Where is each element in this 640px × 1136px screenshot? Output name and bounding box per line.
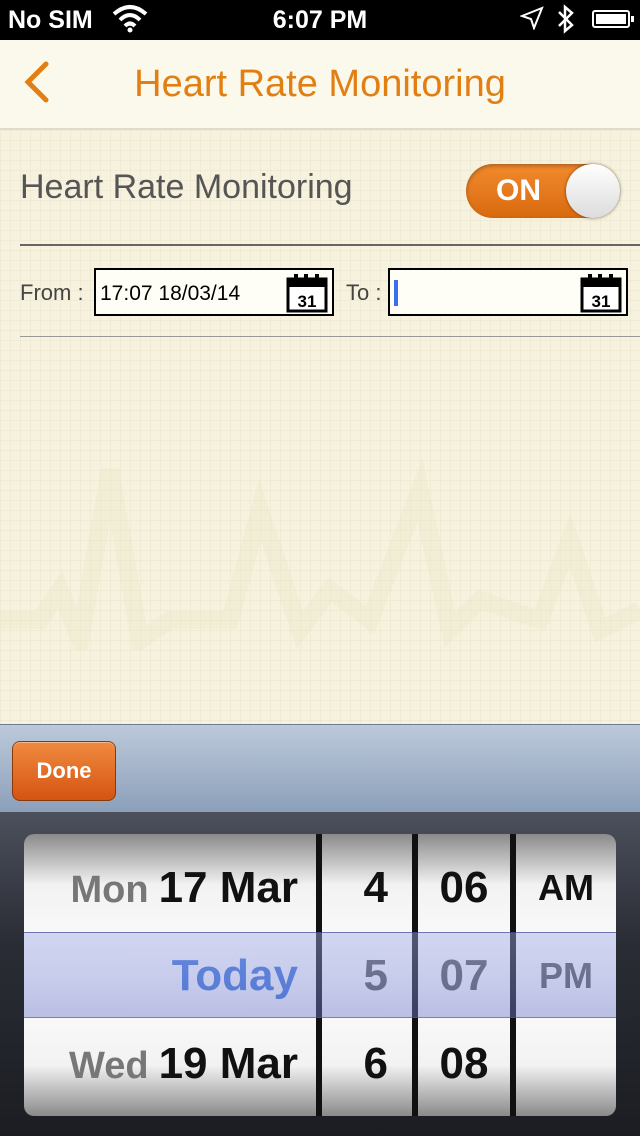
calendar-day-text: 31 (592, 292, 611, 311)
location-arrow-icon (519, 6, 544, 37)
ampm-option-selected[interactable]: PM (516, 932, 616, 1020)
minute-option[interactable]: 08 (418, 1020, 510, 1108)
toggle-on-text: ON (496, 174, 541, 207)
ampm-option[interactable]: AM (516, 844, 616, 932)
picker-toolbar: Done (0, 724, 640, 813)
date-time-picker: Mon 17 Mar Today Wed 19 Mar 4 5 6 06 07 08… (0, 812, 640, 1136)
hour-option[interactable]: 4 (322, 844, 412, 932)
heart-rate-monitoring-label: Heart Rate Monitoring (20, 168, 353, 206)
to-label: To : (346, 280, 382, 305)
heart-rate-monitoring-toggle[interactable]: ON (466, 164, 620, 218)
content-area: Heart Rate Monitoring ON From : 17:07 18… (0, 130, 640, 724)
status-time: 6:07 PM (272, 6, 368, 34)
minute-option[interactable]: 06 (418, 844, 510, 932)
calendar-icon[interactable]: 31 (286, 273, 328, 318)
date-row[interactable]: Wed 19 Mar (24, 1020, 316, 1108)
divider (20, 336, 640, 337)
hour-option-selected[interactable]: 5 (322, 932, 412, 1020)
bluetooth-icon (556, 4, 576, 41)
page-title: Heart Rate Monitoring (134, 63, 506, 105)
date-text: 17 Mar (158, 863, 298, 912)
ecg-watermark-icon (0, 458, 640, 650)
minute-wheel[interactable]: 06 07 08 (418, 834, 510, 1116)
date-row-selected[interactable]: Today (24, 932, 316, 1020)
text-cursor (394, 280, 398, 306)
from-date-field[interactable]: 17:07 18/03/14 31 (94, 268, 334, 316)
battery-icon (592, 10, 634, 28)
from-label: From : (20, 280, 84, 305)
toggle-knob (566, 164, 620, 218)
date-text: 19 Mar (158, 1039, 298, 1088)
from-date-value: 17:07 18/03/14 (100, 282, 241, 305)
weekday-text: Mon (70, 869, 149, 911)
calendar-day-text: 31 (298, 292, 317, 311)
hour-wheel[interactable]: 4 5 6 (322, 834, 412, 1116)
done-button[interactable]: Done (12, 741, 116, 801)
date-text: Today (171, 951, 298, 1000)
picker-wheels: Mon 17 Mar Today Wed 19 Mar 4 5 6 06 07 08… (24, 834, 616, 1116)
weekday-text: Wed (69, 1045, 149, 1087)
minute-option-selected[interactable]: 07 (418, 932, 510, 1020)
divider (20, 244, 640, 246)
ampm-option[interactable] (516, 1020, 616, 1108)
date-wheel[interactable]: Mon 17 Mar Today Wed 19 Mar (24, 834, 316, 1116)
hour-option[interactable]: 6 (322, 1020, 412, 1108)
date-row[interactable]: Mon 17 Mar (24, 844, 316, 932)
to-date-field[interactable]: 31 (388, 268, 628, 316)
navigation-bar: Heart Rate Monitoring (0, 40, 640, 130)
ampm-wheel[interactable]: AM PM (516, 834, 616, 1116)
status-bar: No SIM 6:07 PM (0, 0, 640, 40)
calendar-icon[interactable]: 31 (580, 273, 622, 318)
